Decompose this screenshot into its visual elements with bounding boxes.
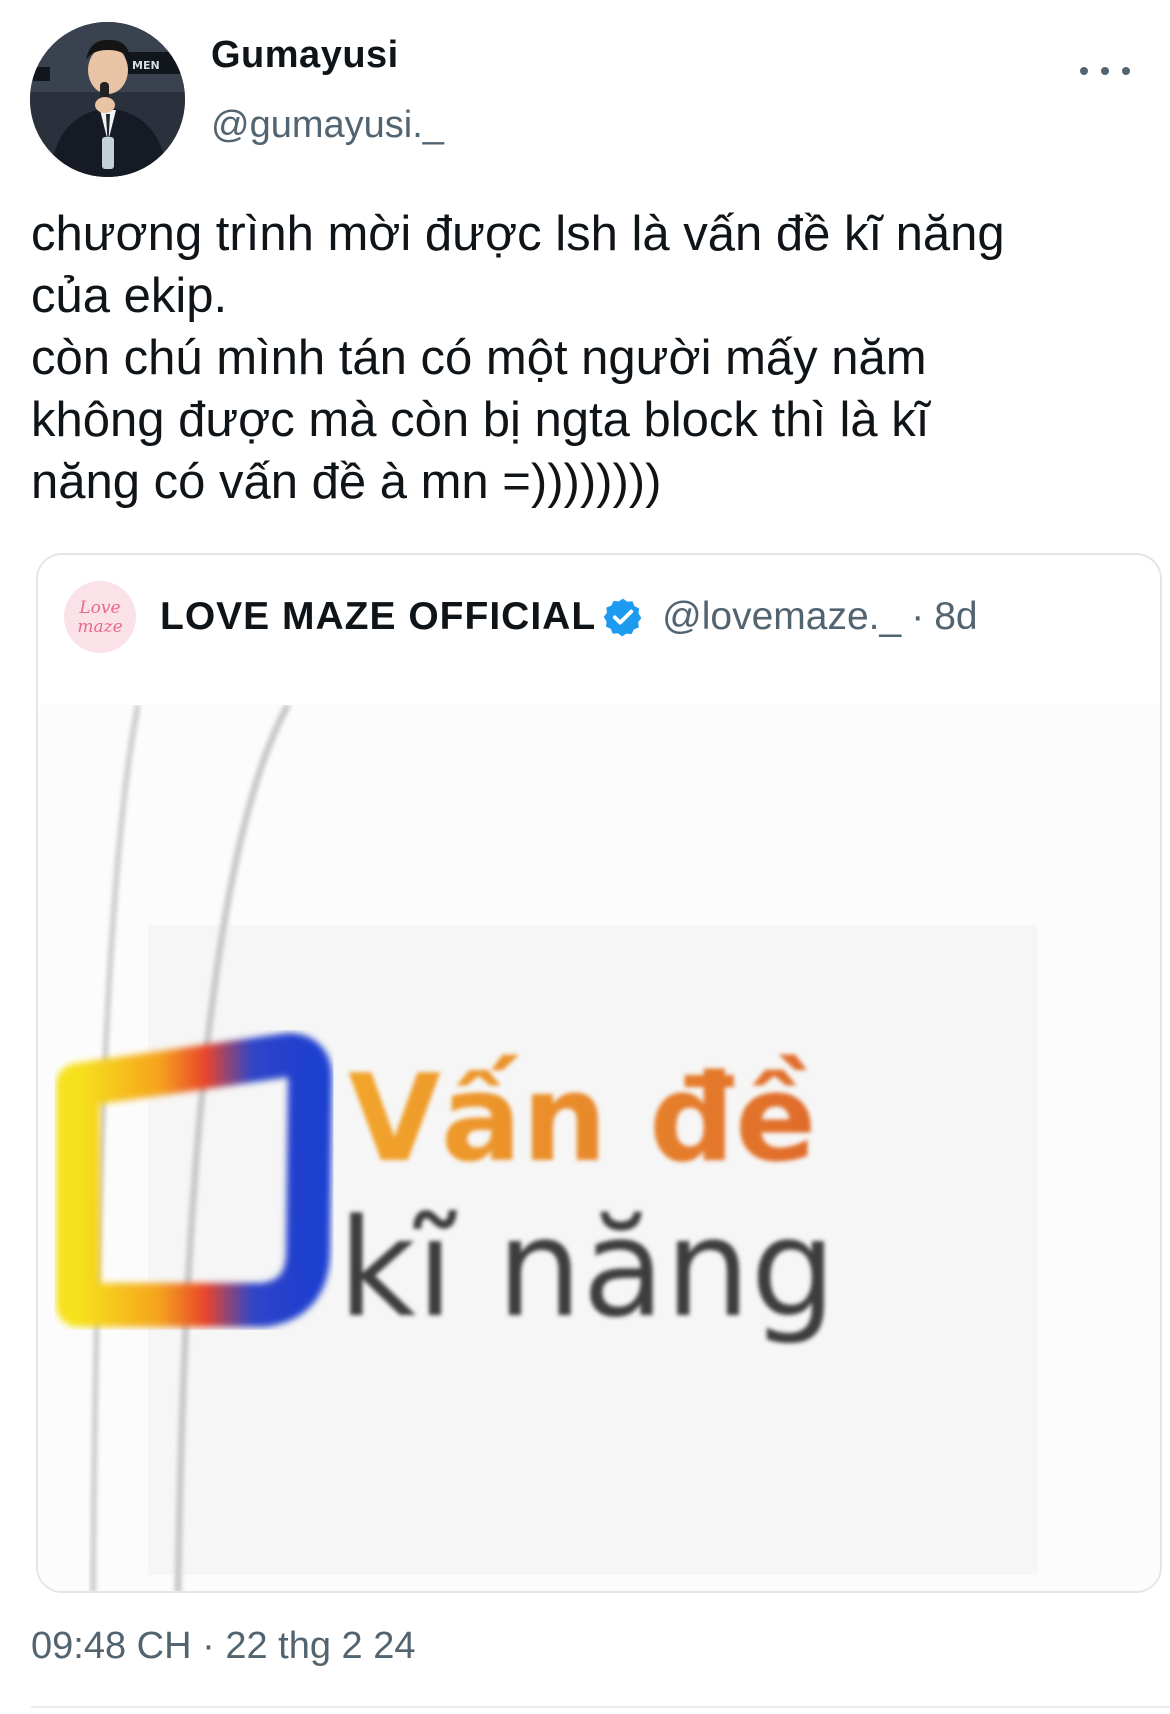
svg-text:MEN: MEN [132,59,160,72]
quote-avatar-logo-line1: Love [78,598,120,618]
tweet: MEN Gumayusi @gumayusi._ chương trình mờ… [0,0,1170,1714]
tweet-meta-separator: · [202,1625,215,1667]
author-handle[interactable]: @gumayusi._ [211,104,444,147]
quoted-tweet-card[interactable]: Love maze LOVE MAZE OFFICIAL @lovemaze._… [36,553,1162,1593]
quote-author-avatar[interactable]: Love maze [64,581,136,653]
tweet-date: 22 thg 2 24 [225,1625,416,1667]
author-avatar[interactable]: MEN [30,22,185,177]
quote-avatar-logo-line2: maze [77,617,122,637]
more-horizontal-icon [1122,67,1130,75]
quote-image-headline: Vấn đề [348,1050,816,1189]
divider [31,1706,1170,1708]
more-horizontal-icon [1080,67,1088,75]
more-options-button[interactable] [1080,56,1130,86]
tweet-time: 09:48 CH [31,1625,192,1667]
quote-media-image[interactable]: Vấn đề kĩ năng [38,705,1160,1591]
verified-badge-icon [602,596,644,638]
quote-image-subline: kĩ năng [338,1190,836,1347]
quote-separator: · [911,595,925,638]
tweet-timestamp[interactable]: 09:48 CH · 22 thg 2 24 [31,1625,416,1668]
quote-author-handle[interactable]: @lovemaze._ [662,592,901,642]
quote-header: LOVE MAZE OFFICIAL @lovemaze._ · 8d [160,592,978,642]
quote-author-name[interactable]: LOVE MAZE OFFICIAL [160,592,596,642]
author-name[interactable]: Gumayusi [211,34,399,77]
tweet-text: chương trình mời được lsh là vấn đề kĩ n… [31,207,1005,509]
quote-age[interactable]: 8d [934,592,977,642]
more-horizontal-icon [1101,67,1109,75]
